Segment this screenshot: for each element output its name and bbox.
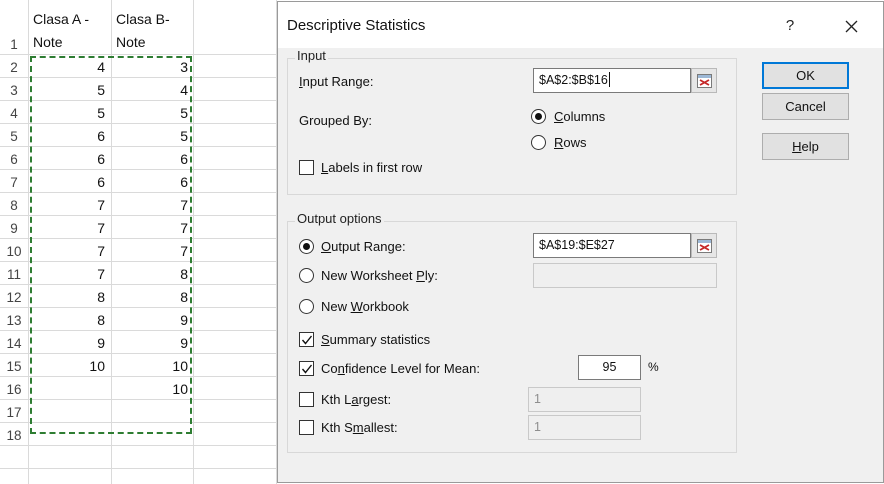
cell-a[interactable]: 7: [29, 263, 111, 286]
cell-b[interactable]: 3: [112, 56, 194, 79]
help-button[interactable]: Help: [762, 133, 849, 160]
cell-b[interactable]: 8: [112, 286, 194, 309]
cell-a1-line2[interactable]: Note: [29, 31, 111, 54]
descriptive-statistics-dialog: Descriptive Statistics ? Input Input Ran…: [277, 1, 884, 483]
kth-smallest-label: Kth Smallest:: [321, 420, 398, 435]
row-number[interactable]: 10: [0, 240, 28, 263]
cell-a[interactable]: 5: [29, 102, 111, 125]
row-number[interactable]: 13: [0, 309, 28, 332]
labels-first-row-checkbox[interactable]: [299, 160, 314, 175]
cell-a[interactable]: 6: [29, 148, 111, 171]
columns-radio[interactable]: [531, 109, 546, 124]
row-number[interactable]: 1: [0, 33, 28, 56]
row-number[interactable]: 11: [0, 263, 28, 286]
new-worksheet-field[interactable]: [533, 263, 717, 288]
kth-largest-label: Kth Largest:: [321, 392, 392, 407]
row-number[interactable]: 8: [0, 194, 28, 217]
help-question-button[interactable]: ?: [774, 11, 806, 41]
text-caret: [608, 72, 610, 87]
output-range-field[interactable]: $A$19:$E$27: [533, 233, 691, 258]
cell-a[interactable]: 10: [29, 355, 111, 378]
cell-a[interactable]: 5: [29, 79, 111, 102]
input-range-collapse-button[interactable]: [691, 68, 717, 93]
summary-statistics-label: Summary statistics: [321, 332, 431, 347]
cancel-button[interactable]: Cancel: [762, 93, 849, 120]
range-selector-icon: [697, 239, 712, 253]
output-range-radio[interactable]: [299, 239, 314, 254]
cell-a[interactable]: 7: [29, 217, 111, 240]
cell-a[interactable]: 6: [29, 125, 111, 148]
cell-b1-line1[interactable]: Clasa B-: [112, 8, 194, 31]
columns-label: Columns: [554, 109, 606, 124]
cell-a[interactable]: 9: [29, 332, 111, 355]
dialog-title: Descriptive Statistics: [287, 17, 426, 34]
cell-b[interactable]: 7: [112, 240, 194, 263]
input-group-label: Input: [295, 48, 328, 63]
new-workbook-label: New Workbook: [321, 299, 409, 314]
ok-button[interactable]: OK: [762, 62, 849, 89]
cell-b[interactable]: 6: [112, 148, 194, 171]
row-number[interactable]: 17: [0, 401, 28, 424]
row-number[interactable]: 12: [0, 286, 28, 309]
kth-smallest-field[interactable]: 1: [528, 415, 641, 440]
grouped-by-label: Grouped By:: [299, 113, 372, 128]
cell-a1-line1[interactable]: Clasa A -: [29, 8, 111, 31]
cell-b1-line2[interactable]: Note: [112, 31, 194, 54]
kth-smallest-checkbox[interactable]: [299, 420, 314, 435]
output-range-label: Output Range:: [321, 239, 406, 254]
row-number[interactable]: 2: [0, 56, 28, 79]
cell-b[interactable]: 9: [112, 332, 194, 355]
checkmark-icon: [301, 335, 313, 345]
cell-b[interactable]: 6: [112, 171, 194, 194]
cell-b[interactable]: 8: [112, 263, 194, 286]
cell-b[interactable]: 5: [112, 125, 194, 148]
row-number[interactable]: 7: [0, 171, 28, 194]
kth-largest-field[interactable]: 1: [528, 387, 641, 412]
rows-label: Rows: [554, 135, 587, 150]
close-button[interactable]: [835, 11, 867, 41]
percent-label: %: [648, 360, 659, 374]
rows-radio[interactable]: [531, 135, 546, 150]
confidence-level-field[interactable]: 95: [578, 355, 641, 380]
cell-a[interactable]: 4: [29, 56, 111, 79]
row-number[interactable]: 5: [0, 125, 28, 148]
confidence-level-checkbox[interactable]: [299, 361, 314, 376]
cell-a[interactable]: 8: [29, 286, 111, 309]
cell-b[interactable]: 5: [112, 102, 194, 125]
range-selector-icon: [697, 74, 712, 88]
cell-a[interactable]: 7: [29, 194, 111, 217]
dialog-titlebar[interactable]: Descriptive Statistics ?: [278, 2, 883, 48]
output-range-collapse-button[interactable]: [691, 233, 717, 258]
cell-b[interactable]: 7: [112, 217, 194, 240]
labels-first-row-label: Labels in first row: [321, 160, 423, 175]
input-range-field[interactable]: $A$2:$B$16: [533, 68, 691, 93]
row-number[interactable]: 9: [0, 217, 28, 240]
kth-largest-checkbox[interactable]: [299, 392, 314, 407]
cell-a[interactable]: 8: [29, 309, 111, 332]
row-number[interactable]: 6: [0, 148, 28, 171]
cell-b[interactable]: 10: [112, 378, 194, 401]
summary-statistics-checkbox[interactable]: [299, 332, 314, 347]
row-number[interactable]: 18: [0, 424, 28, 447]
row-number[interactable]: 15: [0, 355, 28, 378]
cell-b[interactable]: 9: [112, 309, 194, 332]
checkmark-icon: [301, 364, 313, 374]
input-range-label: Input Range:: [299, 74, 374, 89]
new-worksheet-radio[interactable]: [299, 268, 314, 283]
row-number[interactable]: 14: [0, 332, 28, 355]
row-number[interactable]: 4: [0, 102, 28, 125]
confidence-level-label: Confidence Level for Mean:: [321, 361, 480, 376]
new-workbook-radio[interactable]: [299, 299, 314, 314]
cell-b[interactable]: 4: [112, 79, 194, 102]
cell-b[interactable]: 7: [112, 194, 194, 217]
close-icon: [845, 20, 858, 33]
cell-a[interactable]: 7: [29, 240, 111, 263]
output-options-label: Output options: [295, 211, 384, 226]
cell-a[interactable]: 6: [29, 171, 111, 194]
cell-b[interactable]: 10: [112, 355, 194, 378]
row-number[interactable]: 16: [0, 378, 28, 401]
row-number[interactable]: 3: [0, 79, 28, 102]
new-worksheet-label: New Worksheet Ply:: [321, 268, 438, 283]
